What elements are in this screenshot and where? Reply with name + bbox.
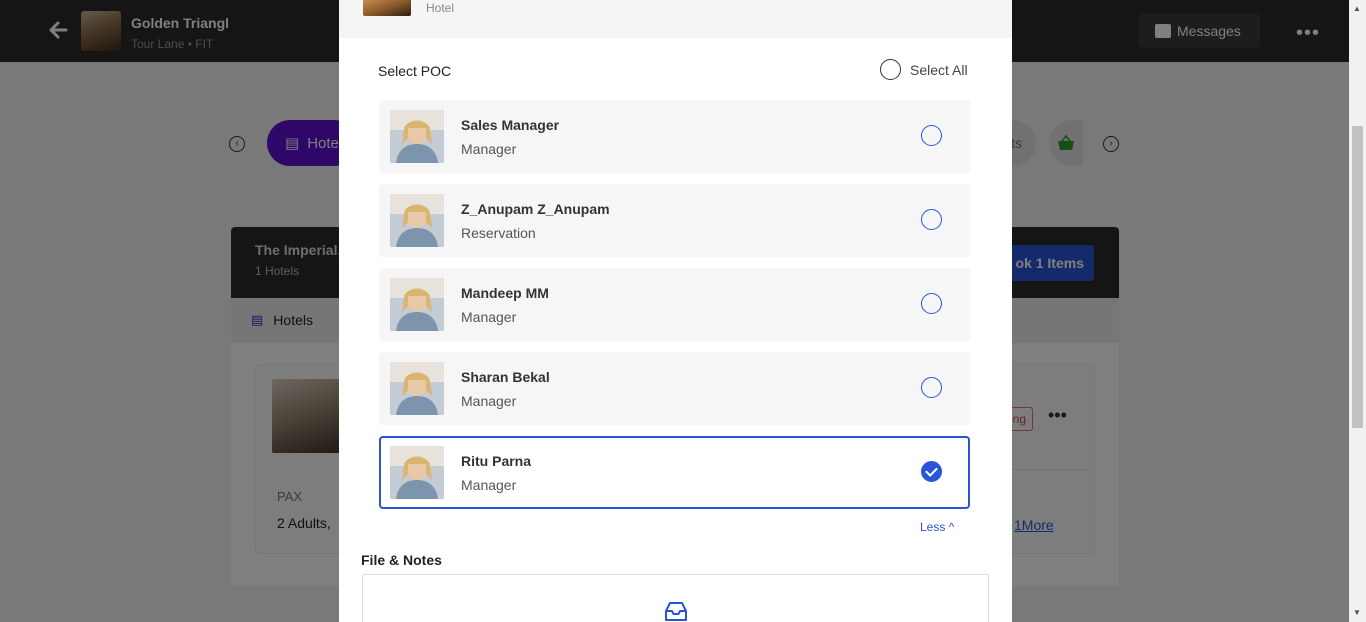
poc-list-item[interactable]: Mandeep MM Manager <box>379 268 970 341</box>
modal-header: Hotel <box>339 0 1012 38</box>
select-all-toggle[interactable]: Select All <box>880 59 968 80</box>
scroll-down-icon[interactable]: ▼ <box>1353 608 1361 617</box>
item-type-label: Hotel <box>426 1 455 15</box>
radio-icon[interactable] <box>921 209 942 230</box>
poc-list-item[interactable]: Sharan Bekal Manager <box>379 352 970 425</box>
poc-role: Manager <box>461 141 517 157</box>
poc-list-item[interactable]: Z_Anupam Z_Anupam Reservation <box>379 184 970 257</box>
poc-role: Reservation <box>461 225 536 241</box>
avatar <box>390 362 444 415</box>
poc-name: Mandeep MM <box>461 285 549 301</box>
poc-name: Ritu Parna <box>461 453 532 469</box>
less-link[interactable]: Less ^ <box>920 520 954 534</box>
poc-list-item[interactable]: Ritu Parna Manager <box>379 436 970 509</box>
poc-section-title: Select POC <box>378 63 452 79</box>
inbox-icon <box>663 601 689 622</box>
avatar <box>390 110 444 163</box>
select-poc-modal: Hotel Select POC Select All Sales Manage… <box>339 0 1012 622</box>
poc-name: Z_Anupam Z_Anupam <box>461 201 610 217</box>
poc-name: Sharan Bekal <box>461 369 550 385</box>
radio-icon <box>880 59 901 80</box>
avatar <box>390 446 444 499</box>
file-upload-dropzone[interactable] <box>362 574 989 622</box>
files-notes-title: File & Notes <box>361 552 442 568</box>
hotel-thumbnail <box>363 0 411 16</box>
radio-checked-icon[interactable] <box>921 461 942 482</box>
radio-icon[interactable] <box>921 293 942 314</box>
poc-list-item[interactable]: Sales Manager Manager <box>379 100 970 173</box>
poc-role: Manager <box>461 477 517 493</box>
avatar <box>390 278 444 331</box>
select-all-label: Select All <box>910 61 968 78</box>
radio-icon[interactable] <box>921 377 942 398</box>
scrollbar-thumb[interactable] <box>1352 126 1363 428</box>
avatar <box>390 194 444 247</box>
poc-role: Manager <box>461 393 517 409</box>
scroll-up-icon[interactable]: ▲ <box>1353 4 1361 13</box>
radio-icon[interactable] <box>921 125 942 146</box>
poc-name: Sales Manager <box>461 117 560 133</box>
poc-role: Manager <box>461 309 517 325</box>
page-scrollbar[interactable]: ▲ ▼ <box>1349 0 1366 622</box>
